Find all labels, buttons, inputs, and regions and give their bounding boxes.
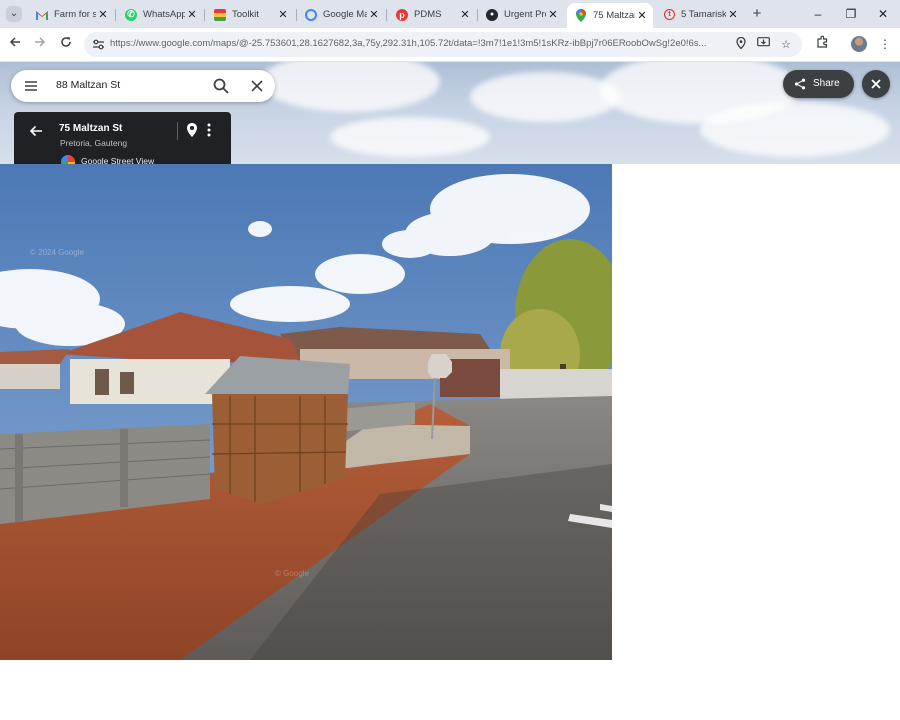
tab-separator [386,9,387,21]
reload-button[interactable] [57,35,75,53]
bookmark-star-icon[interactable]: ☆ [778,37,794,53]
share-button[interactable]: Share [783,70,854,98]
tab-title: Farm for sale [54,9,96,20]
tab-title: PDMS [414,9,442,20]
tab-close-icon[interactable]: ✕ [726,8,740,21]
minimize-button[interactable]: – [802,4,834,24]
arrow-right-icon [35,37,46,47]
tab-5-tamarisk[interactable]: t 5 Tamarisk ✕ [656,3,744,26]
profile-avatar[interactable] [851,36,867,52]
street-view-viewport[interactable]: 88 Maltzan St 75 Maltzan St Pretoria, Ga… [0,62,900,720]
tab-search-button[interactable]: ⌄ [6,6,22,22]
imagery-source: Google Street View [81,156,155,164]
install-app-icon[interactable] [755,37,771,53]
reload-icon [61,37,71,47]
street-view-place-card: 75 Maltzan St Pretoria, Gauteng Google S… [14,112,231,164]
extensions-icon[interactable] [813,35,831,53]
address-bar[interactable]: https://www.google.com/maps/@-25.753601,… [84,32,802,57]
tab-title: Google Maps [323,9,367,20]
google-lens-icon [305,8,317,21]
back-button[interactable] [6,35,24,53]
pdms-icon: p [396,8,408,21]
search-input[interactable]: 88 Maltzan St [56,79,120,91]
tab-close-icon[interactable]: ✕ [96,8,110,21]
close-icon [871,79,881,89]
maps-search-box[interactable]: 88 Maltzan St [11,70,275,102]
browser-toolbar: https://www.google.com/maps/@-25.753601,… [0,28,900,62]
place-title: 75 Maltzan St [59,123,123,134]
url-text: https://www.google.com/maps/@-25.753601,… [110,38,707,49]
tab-whatsapp[interactable]: ✆ WhatsApp ✕ [117,3,203,26]
tab-title: Urgent Pro [504,9,546,20]
tab-close-icon[interactable]: ✕ [546,8,560,21]
whatsapp-icon: ✆ [125,8,137,21]
gmail-icon [36,9,48,21]
window-close-button[interactable]: ✕ [867,4,899,24]
tab-title: 75 Maltzan [593,10,635,21]
tab-separator [115,9,116,21]
clear-search-icon[interactable] [248,77,266,95]
new-tab-button[interactable]: + [749,6,765,22]
tab-close-icon[interactable]: ✕ [185,8,199,21]
copyright-watermark-2: © Google [275,569,309,578]
divider [177,122,178,140]
close-street-view-button[interactable] [862,70,890,98]
property-icon: t [664,9,675,20]
tab-close-icon[interactable]: ✕ [276,8,290,21]
more-menu-icon[interactable]: ⋮ [876,35,894,53]
tab-separator [204,9,205,21]
forward-button[interactable] [31,35,49,53]
restore-button[interactable]: ❐ [835,4,867,24]
tab-toolkit[interactable]: Toolkit ✕ [206,3,294,26]
share-label: Share [813,78,840,89]
tab-google-maps[interactable]: Google Maps ✕ [297,3,385,26]
copyright-watermark: © 2024 Google [30,248,84,257]
tab-75-maltzan[interactable]: 75 Maltzan ✕ [567,3,653,28]
tab-close-icon[interactable]: ✕ [367,8,381,21]
share-icon [794,78,806,90]
tab-title: Toolkit [232,9,259,20]
arrow-left-icon [9,37,20,47]
place-subtitle: Pretoria, Gauteng [60,138,128,148]
tab-close-icon[interactable]: ✕ [635,9,649,22]
location-pin-icon[interactable] [185,122,199,138]
search-icon[interactable] [212,77,230,95]
tab-close-icon[interactable]: ✕ [458,8,472,21]
more-options-icon[interactable] [204,122,214,138]
maps-pin-icon [575,9,587,22]
site-settings-icon[interactable] [92,38,105,51]
location-icon[interactable] [733,36,749,53]
tab-strip: ⌄ Farm for sale ✕ ✆ WhatsApp ✕ Toolkit ✕… [0,0,900,28]
street-view-image[interactable] [0,164,612,660]
toolkit-icon [214,8,226,21]
google-logo-icon [61,155,75,164]
arrow-back-icon[interactable] [28,123,44,139]
tab-title: 5 Tamarisk [681,9,726,20]
github-icon: ● [486,8,498,21]
tab-pdms[interactable]: p PDMS ✕ [388,3,476,26]
hamburger-menu-icon[interactable] [23,78,39,94]
tab-urgent-pro[interactable]: ● Urgent Pro ✕ [478,3,564,26]
tab-title: WhatsApp [143,9,185,20]
tab-farm-for-sale[interactable]: Farm for sale ✕ [28,3,114,26]
